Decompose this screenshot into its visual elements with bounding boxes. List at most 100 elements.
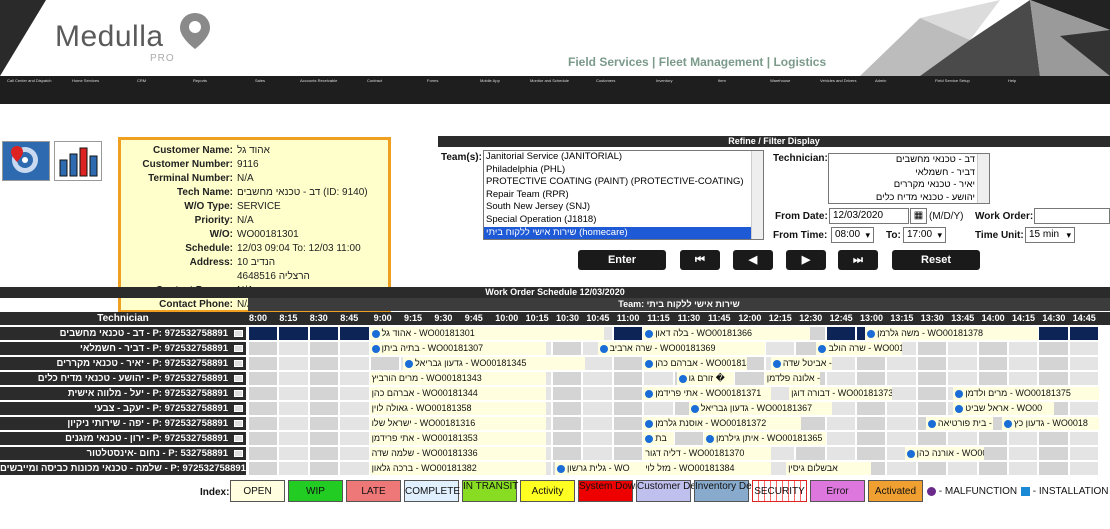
empty-slot[interactable]	[613, 447, 643, 460]
empty-slot[interactable]	[249, 462, 278, 475]
technician-cell[interactable]: יאיר - טכנאי מקררים - P: 972532758891	[0, 357, 246, 370]
empty-slot[interactable]	[887, 357, 916, 370]
technician-card-icon[interactable]	[234, 374, 243, 382]
empty-slot[interactable]	[249, 417, 278, 430]
empty-slot[interactable]	[1009, 342, 1038, 355]
team-option[interactable]: South New Jersey (SNJ)	[484, 201, 763, 214]
work-order-block[interactable]: דליה דגור - WO00181370	[643, 447, 771, 460]
empty-slot[interactable]	[1069, 342, 1099, 355]
work-order-block[interactable]: בתיה ביתן - WO00181307	[369, 342, 546, 355]
empty-slot[interactable]	[1069, 372, 1099, 385]
team-option[interactable]: Special Operation (J1818)	[484, 214, 763, 227]
empty-slot[interactable]	[553, 417, 582, 430]
empty-slot[interactable]	[948, 342, 977, 355]
empty-slot[interactable]	[553, 372, 582, 385]
work-order-block[interactable]: זורם גו �	[676, 372, 735, 385]
work-order-block[interactable]: גדעון כץ - WO0018	[1001, 417, 1100, 430]
empty-slot[interactable]	[249, 432, 278, 445]
empty-slot[interactable]	[340, 432, 369, 445]
technician-option[interactable]: דב - טכנאי מחשבים	[829, 154, 989, 167]
empty-slot[interactable]	[340, 342, 369, 355]
empty-slot[interactable]	[370, 357, 399, 370]
empty-slot[interactable]	[674, 432, 703, 445]
empty-slot[interactable]	[613, 387, 643, 400]
to-time-select[interactable]: 17:00	[903, 227, 946, 243]
work-order-block[interactable]: מרים ולדמן - WO00181375	[953, 387, 1100, 400]
technician-option[interactable]: דביר - חשמלאי	[829, 167, 989, 180]
empty-slot[interactable]	[583, 387, 612, 400]
previous-button[interactable]: ◀	[733, 250, 773, 270]
empty-slot[interactable]	[917, 342, 947, 355]
empty-slot[interactable]	[340, 462, 369, 475]
empty-slot[interactable]	[309, 417, 339, 430]
technician-card-icon[interactable]	[234, 449, 243, 457]
empty-slot[interactable]	[553, 432, 582, 445]
technician-cell[interactable]: יעל - מלווה אישית - P: 972532758891	[0, 387, 246, 400]
technician-cell[interactable]: נחום -אינסטלטור - P: 532758891	[0, 447, 246, 460]
team-option[interactable]: Repair Team (RPR)	[484, 189, 763, 202]
empty-slot[interactable]	[1009, 372, 1038, 385]
team-option[interactable]: Philadelphia (PHL)	[484, 164, 763, 177]
empty-slot[interactable]	[948, 432, 977, 445]
empty-slot[interactable]	[613, 357, 643, 370]
technician-cell[interactable]: דביר - חשמלאי - P: 972532758891	[0, 342, 246, 355]
empty-slot[interactable]	[309, 342, 339, 355]
empty-slot[interactable]	[340, 387, 369, 400]
nav-item-0[interactable]: Call Center and Dispatch	[7, 78, 51, 83]
empty-slot[interactable]	[249, 342, 278, 355]
empty-slot[interactable]	[857, 372, 886, 385]
team-option[interactable]: PROTECTIVE COATING (PAINT) (PROTECTIVE-C…	[484, 176, 763, 189]
work-order-block[interactable]: שלמה שדה - WO00181336	[369, 447, 546, 460]
empty-slot[interactable]	[1069, 402, 1099, 415]
empty-slot[interactable]	[279, 327, 308, 340]
empty-slot[interactable]	[279, 447, 308, 460]
work-order-block[interactable]: דבורה דוגן - WO00181373	[789, 387, 893, 400]
empty-slot[interactable]	[1069, 327, 1099, 340]
empty-slot[interactable]	[826, 417, 855, 430]
empty-slot[interactable]	[887, 417, 916, 430]
work-order-block[interactable]: אורנה כהן - WO00	[904, 447, 984, 460]
technician-card-icon[interactable]	[234, 419, 243, 427]
empty-slot[interactable]	[826, 372, 855, 385]
nav-item-12[interactable]: Item	[718, 78, 726, 83]
technician-card-icon[interactable]	[234, 329, 243, 337]
technician-card-icon[interactable]	[234, 389, 243, 397]
empty-slot[interactable]	[948, 462, 977, 475]
empty-slot[interactable]	[279, 342, 308, 355]
empty-slot[interactable]	[857, 432, 886, 445]
work-order-block[interactable]: אבשלום גיסין	[786, 462, 872, 475]
empty-slot[interactable]	[553, 447, 582, 460]
empty-slot[interactable]	[613, 327, 643, 340]
empty-slot[interactable]	[1009, 432, 1038, 445]
empty-slot[interactable]	[948, 372, 977, 385]
empty-slot[interactable]	[1009, 357, 1038, 370]
enter-button[interactable]: Enter	[578, 250, 666, 270]
empty-slot[interactable]	[249, 402, 278, 415]
empty-slot[interactable]	[1039, 342, 1068, 355]
from-date-input[interactable]: 12/03/2020	[829, 208, 909, 224]
empty-slot[interactable]	[644, 372, 673, 385]
empty-slot[interactable]	[613, 402, 643, 415]
empty-slot[interactable]	[279, 432, 308, 445]
teams-listbox[interactable]: Janitorial Service (JANITORIAL) Philadelp…	[483, 150, 764, 240]
work-order-block[interactable]: גלית גרשון - WO	[555, 462, 644, 475]
first-button[interactable]: ⏮	[680, 250, 720, 270]
nav-item-3[interactable]: Reports	[193, 78, 207, 83]
empty-slot[interactable]	[857, 447, 886, 460]
empty-slot[interactable]	[1069, 447, 1099, 460]
empty-slot[interactable]	[340, 372, 369, 385]
technician-cell[interactable]: יהושע - טכנאי מדיח כלים - P: 97253275889…	[0, 372, 246, 385]
empty-slot[interactable]	[279, 402, 308, 415]
empty-slot[interactable]	[917, 357, 947, 370]
nav-item-1[interactable]: Home Services	[72, 78, 99, 83]
empty-slot[interactable]	[948, 357, 977, 370]
empty-slot[interactable]	[613, 417, 643, 430]
empty-slot[interactable]	[826, 447, 855, 460]
empty-slot[interactable]	[340, 327, 369, 340]
empty-slot[interactable]	[583, 432, 612, 445]
empty-slot[interactable]	[553, 342, 582, 355]
technician-cell[interactable]: ירון - טכנאי מזגנים - P: 972532758891	[0, 432, 246, 445]
empty-slot[interactable]	[857, 402, 886, 415]
empty-slot[interactable]	[583, 447, 612, 460]
technician-scrollbar[interactable]	[977, 154, 989, 203]
